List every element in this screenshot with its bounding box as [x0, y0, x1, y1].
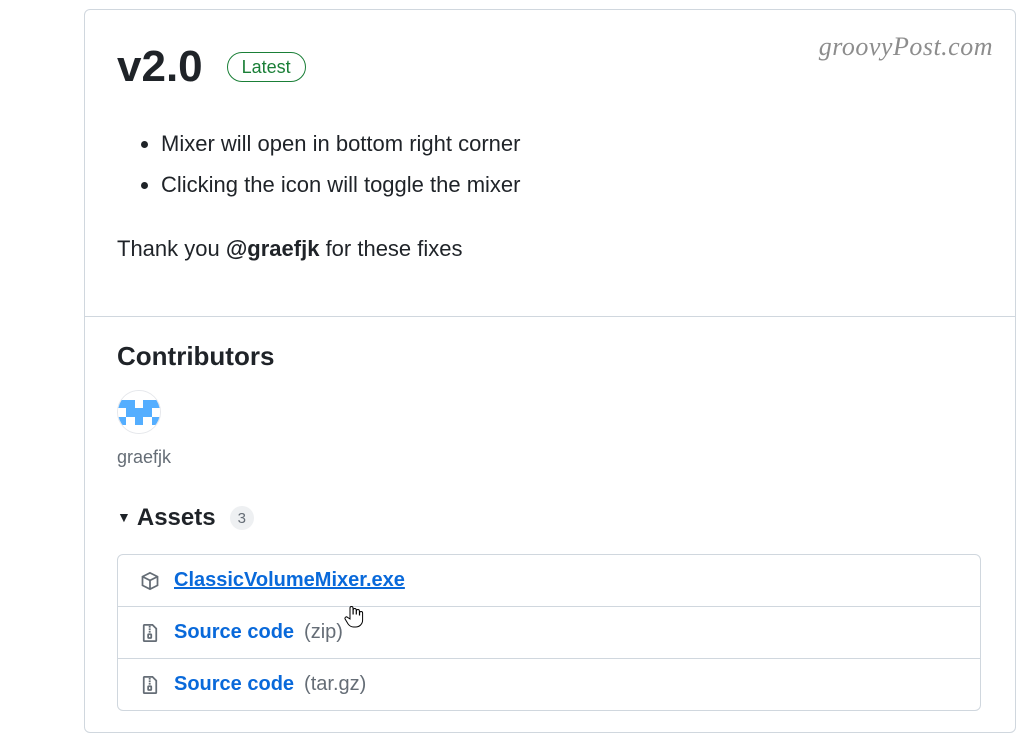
asset-download-link[interactable]: ClassicVolumeMixer.exe: [174, 569, 405, 592]
release-note-item: Clicking the icon will toggle the mixer: [161, 167, 983, 202]
disclosure-triangle-icon: ▼: [117, 509, 131, 525]
identicon-icon: [118, 391, 160, 433]
asset-row: Source code (zip): [118, 607, 980, 659]
thank-you-text: Thank you @graefjk for these fixes: [117, 236, 983, 262]
assets-heading: Assets: [137, 504, 216, 532]
asset-format-label: (tar.gz): [304, 673, 366, 696]
asset-download-link[interactable]: Source code: [174, 673, 294, 696]
contributor-avatar[interactable]: [117, 390, 161, 434]
assets-list: ClassicVolumeMixer.exe Source code (zip)…: [117, 554, 981, 711]
package-icon: [140, 571, 160, 591]
latest-badge: Latest: [227, 52, 306, 82]
asset-row: Source code (tar.gz): [118, 659, 980, 710]
contributor-name[interactable]: graefjk: [117, 447, 983, 468]
release-card: groovyPost.com v2.0 Latest Mixer will op…: [84, 9, 1016, 733]
file-zip-icon: [140, 623, 160, 643]
thank-prefix: Thank you: [117, 236, 226, 261]
thank-suffix: for these fixes: [319, 236, 462, 261]
release-title: v2.0: [117, 42, 203, 92]
assets-count-badge: 3: [230, 506, 254, 530]
watermark-text: groovyPost.com: [819, 32, 993, 62]
contributor-mention-link[interactable]: @graefjk: [226, 236, 320, 261]
assets-toggle[interactable]: ▼ Assets 3: [117, 504, 983, 532]
release-notes-list: Mixer will open in bottom right corner C…: [161, 126, 983, 202]
contributors-heading: Contributors: [117, 341, 983, 372]
asset-row: ClassicVolumeMixer.exe: [118, 555, 980, 607]
asset-format-label: (zip): [304, 621, 343, 644]
release-note-item: Mixer will open in bottom right corner: [161, 126, 983, 161]
asset-download-link[interactable]: Source code: [174, 621, 294, 644]
file-zip-icon: [140, 675, 160, 695]
